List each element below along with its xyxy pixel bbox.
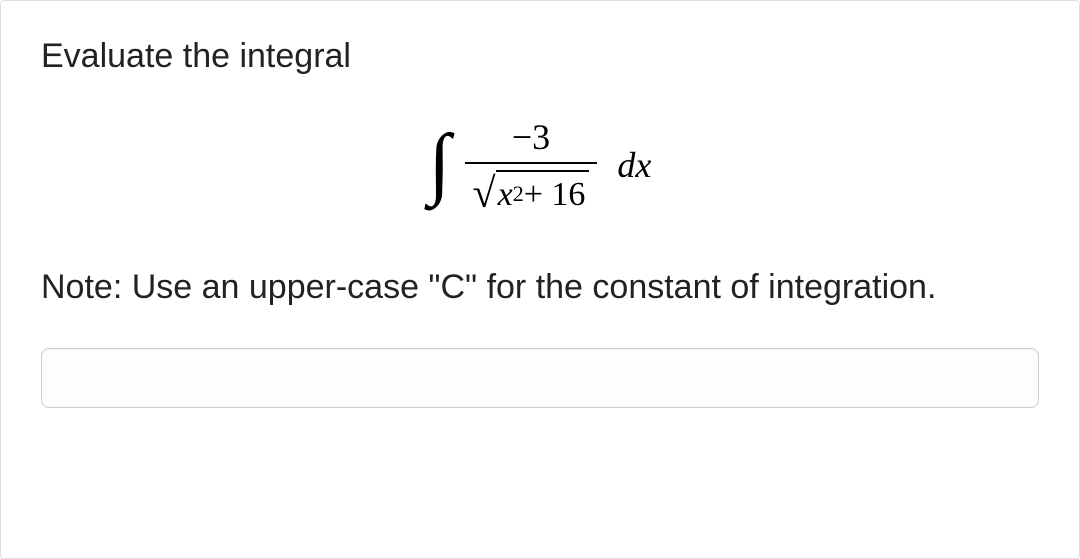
integral-sign-icon: ∫ xyxy=(429,123,451,203)
fraction: −3 √ x2 + 16 xyxy=(465,116,598,214)
answer-input[interactable] xyxy=(41,348,1039,408)
differential: dx xyxy=(617,144,651,186)
plus-sixteen: + 16 xyxy=(524,176,586,214)
variable-x: x xyxy=(498,176,513,214)
question-card: Evaluate the integral ∫ −3 √ x2 + 16 dx … xyxy=(0,0,1080,559)
prompt-text: Evaluate the integral xyxy=(41,37,1039,76)
note-text: Note: Use an upper-case "C" for the cons… xyxy=(41,264,1039,312)
sqrt-content: x2 + 16 xyxy=(496,170,590,214)
integral-expression: ∫ −3 √ x2 + 16 dx xyxy=(41,116,1039,214)
sqrt-sign-icon: √ xyxy=(473,173,496,217)
denominator: √ x2 + 16 xyxy=(465,164,598,214)
numerator: −3 xyxy=(504,116,558,162)
exponent: 2 xyxy=(513,181,524,207)
